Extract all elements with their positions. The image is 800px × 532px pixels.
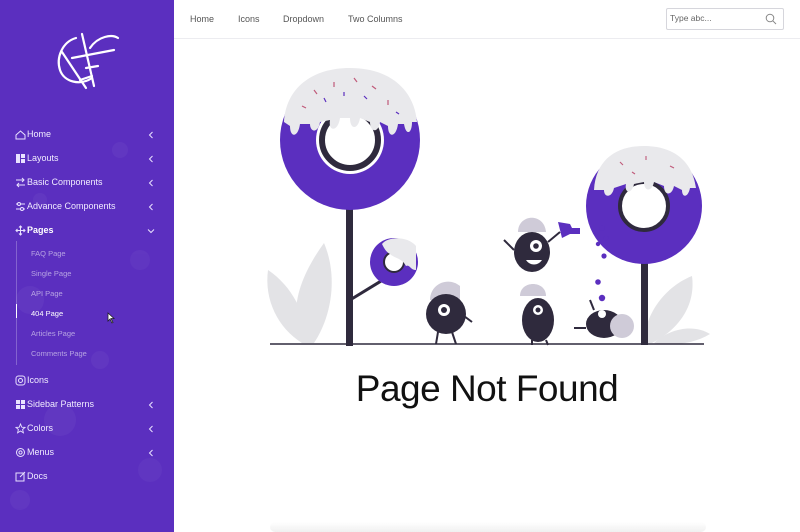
sidebar-item-label: Colors: [27, 423, 54, 433]
chevron-left-icon[interactable]: [146, 178, 156, 188]
sidebar-item-layouts[interactable]: Layouts: [0, 148, 174, 170]
submenu-item-api-page[interactable]: API Page: [31, 289, 63, 298]
sidebar-item-colors[interactable]: Colors: [0, 418, 174, 440]
settings-icon: [16, 448, 25, 457]
layouts-icon: [16, 154, 25, 163]
sidebar-item-label: Advance Components: [27, 201, 116, 211]
sidebar-item-label: Pages: [27, 225, 54, 235]
mouse-cursor-icon: [107, 312, 116, 324]
edit-icon: [15, 471, 26, 482]
top-navbar: Home Icons Dropdown Two Columns: [174, 0, 800, 39]
chevron-left-icon[interactable]: [146, 448, 156, 458]
sidebar: Home Layouts Basic Components Advance Compo…: [0, 0, 174, 532]
sliders-icon: [16, 202, 25, 211]
sidebar-item-pages[interactable]: Pages: [0, 220, 174, 242]
sidebar-item-advance-components[interactable]: Advance Components: [0, 196, 174, 218]
submenu-item-articles-page[interactable]: Articles Page: [31, 329, 75, 338]
instagram-icon: [15, 375, 26, 386]
submenu-item-faq-page[interactable]: FAQ Page: [31, 249, 66, 258]
sidebar-item-label: Home: [27, 129, 52, 139]
swap-icon: [16, 177, 25, 188]
submenu-active-indicator: [16, 304, 17, 318]
monster-fallen-illustration: [574, 299, 634, 338]
monster-stack-illustration: [503, 217, 580, 346]
search-input[interactable]: [670, 11, 758, 25]
chevron-left-icon[interactable]: [146, 424, 156, 434]
leaf-right-illustration: [644, 276, 710, 345]
sidebar-item-label: Sidebar Patterns: [27, 399, 95, 409]
submenu-item-single-page[interactable]: Single Page: [31, 269, 71, 278]
star-icon: [15, 423, 26, 434]
page-title: Page Not Found: [355, 368, 619, 409]
topnav-link-dropdown[interactable]: Dropdown: [283, 14, 324, 24]
topnav-link-icons[interactable]: Icons: [238, 14, 260, 24]
sidebar-item-home[interactable]: Home: [0, 124, 174, 146]
chevron-left-icon[interactable]: [146, 130, 156, 140]
topnav-link-home[interactable]: Home: [190, 14, 214, 24]
submenu-item-comments-page[interactable]: Comments Page: [31, 349, 87, 358]
sidebar-item-label: Icons: [27, 375, 49, 385]
brand-logo[interactable]: [52, 28, 122, 94]
sidebar-item-docs[interactable]: Docs: [0, 466, 174, 488]
sidebar-item-sidebar-patterns[interactable]: Sidebar Patterns: [0, 394, 174, 416]
pages-submenu: FAQ Page Single Page API Page 404 Page Artic…: [16, 241, 174, 365]
chevron-left-icon[interactable]: [146, 154, 156, 164]
sidebar-item-menus[interactable]: Menus: [0, 442, 174, 464]
chevron-left-icon[interactable]: [146, 400, 156, 410]
search-box: [666, 8, 784, 30]
404-illustration: [267, 68, 710, 346]
move-icon: [15, 225, 26, 236]
monster-one-illustration: [426, 281, 473, 345]
sidebar-item-label: Menus: [27, 447, 55, 457]
sidebar-item-basic-components[interactable]: Basic Components: [0, 172, 174, 194]
home-icon: [15, 130, 26, 140]
sidebar-item-label: Docs: [27, 471, 48, 481]
chevron-left-icon[interactable]: [146, 202, 156, 212]
donut-small-illustration: [349, 238, 418, 302]
leaf-left-illustration: [267, 243, 332, 343]
search-icon[interactable]: [765, 13, 777, 25]
chevron-down-icon[interactable]: [146, 226, 156, 236]
submenu-item-404-page[interactable]: 404 Page: [31, 309, 63, 318]
sidebar-item-label: Layouts: [27, 153, 59, 163]
sidebar-item-icons[interactable]: Icons: [0, 370, 174, 392]
bottom-card-shadow: [270, 522, 706, 532]
grid-icon: [16, 400, 25, 409]
topnav-link-two-columns[interactable]: Two Columns: [348, 14, 403, 24]
sidebar-item-label: Basic Components: [27, 177, 103, 187]
